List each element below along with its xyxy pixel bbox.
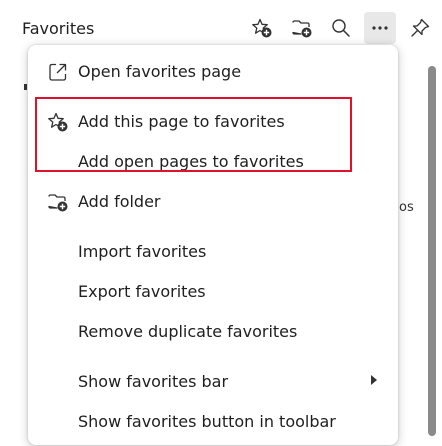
menu-item-show-favorites-button[interactable]: Show favorites button in toolbar [28, 401, 398, 441]
favorites-title: Favorites [22, 19, 95, 38]
chevron-right-icon [371, 375, 377, 385]
menu-item-show-favorites-bar[interactable]: Show favorites bar [28, 361, 398, 401]
star-add-icon [47, 111, 69, 133]
menu-item-import-favorites[interactable]: Import favorites [28, 231, 398, 271]
menu-item-add-this-page[interactable]: Add this page to favorites [28, 101, 398, 141]
pin-panel-button[interactable] [404, 12, 436, 44]
background-item-text: os [399, 200, 414, 215]
menu-item-label: Add open pages to favorites [78, 152, 304, 171]
menu-item-label: Add folder [78, 192, 161, 211]
star-add-icon [252, 18, 272, 38]
menu-item-label: Show favorites button in toolbar [78, 412, 336, 431]
menu-item-export-favorites[interactable]: Export favorites [28, 271, 398, 311]
menu-item-add-open-pages[interactable]: Add open pages to favorites [28, 141, 398, 181]
menu-item-remove-duplicates[interactable]: Remove duplicate favorites [28, 311, 398, 351]
menu-item-add-folder[interactable]: Add folder [28, 181, 398, 221]
menu-item-open-favorites-page[interactable]: Open favorites page [28, 51, 398, 91]
menu-item-label: Export favorites [78, 282, 206, 301]
menu-item-label: Show favorites bar [78, 372, 229, 391]
more-options-button[interactable] [364, 12, 396, 44]
add-to-favorites-button[interactable] [246, 12, 278, 44]
background-item-fragment [24, 84, 27, 90]
panel-scrollbar[interactable] [428, 66, 436, 436]
search-icon [332, 19, 350, 37]
menu-item-label: Import favorites [78, 242, 207, 261]
open-external-icon [47, 61, 69, 83]
folder-add-icon [292, 20, 312, 38]
menu-item-label: Add this page to favorites [78, 112, 285, 131]
more-options-menu: Open favorites page Add this page to fav… [28, 45, 398, 445]
more-icon [372, 26, 388, 30]
menu-item-label: Open favorites page [78, 62, 242, 81]
menu-item-label: Remove duplicate favorites [78, 322, 298, 341]
pin-icon [411, 18, 430, 37]
add-folder-button[interactable] [286, 12, 318, 44]
search-favorites-button[interactable] [325, 12, 357, 44]
folder-add-icon [47, 191, 69, 213]
